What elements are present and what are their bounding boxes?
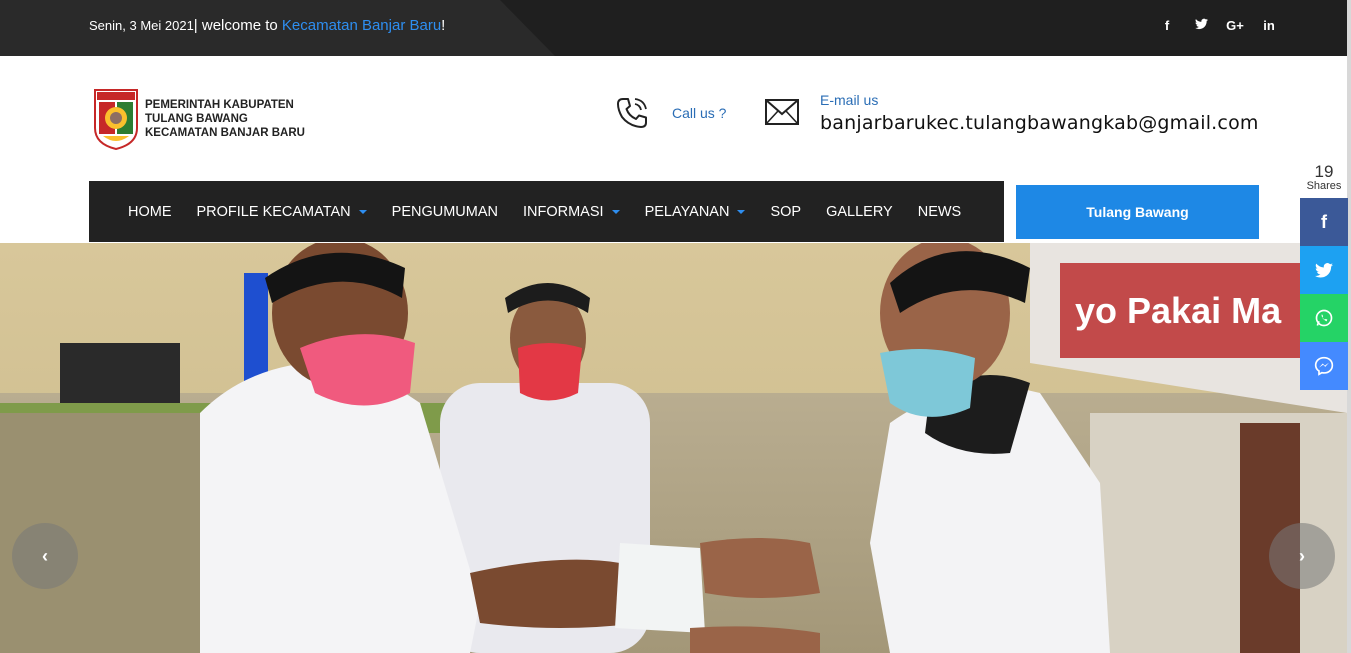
tulang-bawang-button[interactable]: Tulang Bawang	[1016, 185, 1259, 239]
nav-item-pengumuman[interactable]: PENGUMUMAN	[392, 204, 498, 220]
nav-label: PELAYANAN	[644, 203, 730, 220]
email-address[interactable]: banjarbarukec.tulangbawangkab@gmail.com	[820, 112, 1259, 134]
chevron-right-icon: ›	[1299, 545, 1305, 566]
welcome-message: Senin, 3 Mei 2021| welcome to Kecamatan …	[89, 17, 445, 34]
nav-item-home[interactable]: HOME	[128, 204, 172, 220]
welcome-text: welcome to	[197, 17, 282, 34]
nav-item-sop[interactable]: SOP	[770, 204, 801, 220]
nav-label: NEWS	[917, 203, 962, 220]
call-us[interactable]: Call us ?	[614, 95, 726, 131]
hero-photo: yo Pakai Ma	[0, 243, 1347, 653]
slider-prev-button[interactable]: ‹	[12, 523, 78, 589]
share-facebook-button[interactable]: f	[1300, 198, 1348, 246]
chevron-down-icon	[358, 209, 367, 214]
messenger-icon	[1314, 356, 1334, 376]
nav-label: HOME	[128, 203, 172, 220]
google-plus-icon[interactable]: G+	[1218, 18, 1252, 33]
nav-label: PROFILE KECAMATAN	[196, 203, 351, 220]
logo-text: PEMERINTAH KABUPATEN TULANG BAWANG KECAM…	[145, 98, 305, 140]
share-whatsapp-button[interactable]	[1300, 294, 1348, 342]
hero-slider: yo Pakai Ma	[0, 243, 1347, 653]
top-social-links: f G+ in	[1150, 18, 1286, 33]
nav-label: SOP	[770, 203, 802, 220]
site-name-link[interactable]: Kecamatan Banjar Baru	[282, 17, 441, 34]
facebook-icon: f	[1321, 211, 1327, 232]
phone-icon	[617, 98, 647, 128]
crest-icon	[94, 89, 138, 150]
email-us[interactable]: E-mail us banjarbarukec.tulangbawangkab@…	[764, 92, 1259, 134]
slider-next-button[interactable]: ›	[1269, 523, 1335, 589]
logo-line-2: TULANG BAWANG	[145, 113, 248, 125]
chevron-left-icon: ‹	[42, 545, 48, 566]
banner-text: yo Pakai Ma	[1075, 290, 1282, 331]
twitter-icon[interactable]	[1184, 18, 1218, 33]
linkedin-icon[interactable]: in	[1252, 18, 1286, 33]
exclamation: !	[441, 17, 446, 34]
whatsapp-icon	[1315, 309, 1333, 327]
current-date: Senin, 3 Mei 2021	[89, 18, 194, 33]
chevron-down-icon	[611, 209, 620, 214]
nav-item-news[interactable]: NEWS	[918, 204, 962, 220]
top-bar: Senin, 3 Mei 2021| welcome to Kecamatan …	[0, 0, 1351, 56]
share-twitter-button[interactable]	[1300, 246, 1348, 294]
nav-item-gallery[interactable]: GALLERY	[826, 204, 893, 220]
call-us-label: Call us ?	[672, 105, 727, 121]
logo-line-3: KECAMATAN BANJAR BARU	[145, 127, 305, 139]
site-logo[interactable]: PEMERINTAH KABUPATEN TULANG BAWANG KECAM…	[93, 88, 305, 150]
logo-line-1: PEMERINTAH KABUPATEN	[145, 99, 294, 111]
nav-label: INFORMASI	[523, 203, 604, 220]
nav-item-profile-kecamatan[interactable]: PROFILE KECAMATAN	[197, 204, 367, 220]
twitter-icon	[1315, 262, 1333, 278]
nav-item-informasi[interactable]: INFORMASI	[523, 204, 620, 220]
share-count-label: Shares	[1306, 180, 1342, 192]
nav-item-pelayanan[interactable]: PELAYANAN	[645, 204, 746, 220]
share-count: 19	[1314, 162, 1334, 181]
facebook-icon[interactable]: f	[1150, 18, 1184, 33]
main-nav: HOME PROFILE KECAMATAN PENGUMUMAN INFORM…	[89, 181, 1004, 242]
share-counter: 19 Shares	[1302, 162, 1346, 192]
nav-label: PENGUMUMAN	[391, 203, 498, 220]
share-messenger-button[interactable]	[1300, 342, 1348, 390]
envelope-icon	[765, 99, 799, 125]
nav-label: GALLERY	[826, 203, 893, 220]
email-us-label: E-mail us	[820, 92, 879, 108]
chevron-down-icon	[737, 209, 746, 214]
